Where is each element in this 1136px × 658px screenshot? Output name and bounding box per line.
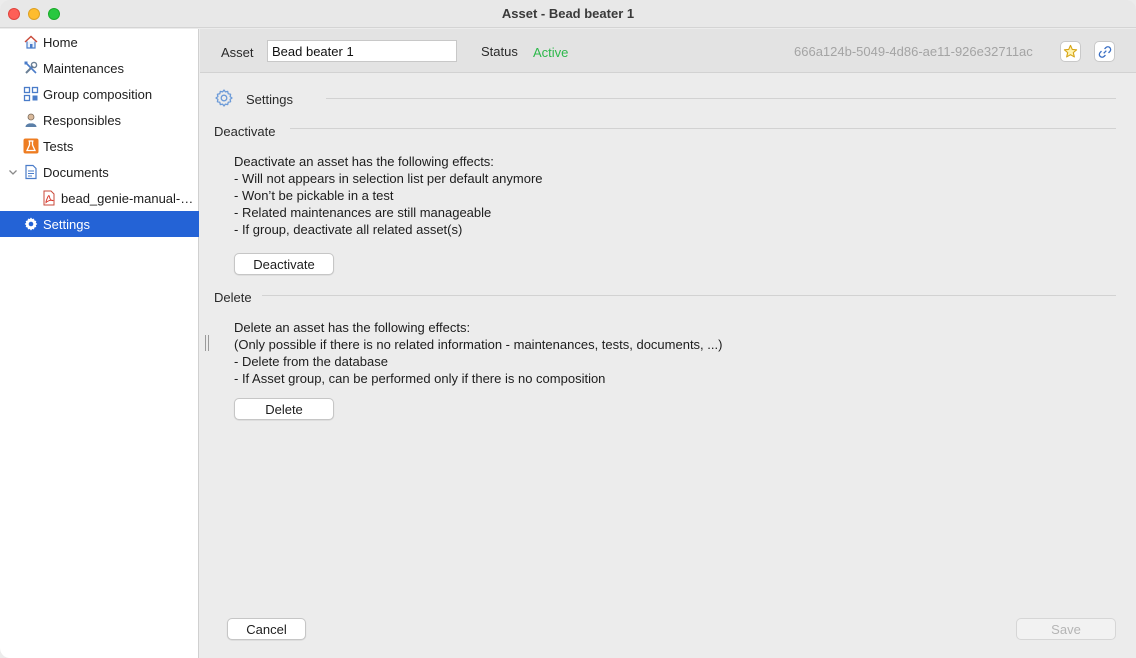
flask-icon bbox=[23, 138, 39, 154]
sidebar-item-label: Settings bbox=[43, 216, 90, 232]
window-title: Asset - Bead beater 1 bbox=[501, 6, 635, 21]
star-icon bbox=[1063, 44, 1078, 58]
gear-icon bbox=[23, 216, 39, 232]
tools-icon bbox=[23, 60, 39, 76]
home-icon bbox=[23, 34, 39, 50]
asset-name-input[interactable] bbox=[267, 40, 457, 62]
cancel-button[interactable]: Cancel bbox=[227, 618, 306, 640]
deactivate-title: Deactivate bbox=[214, 124, 276, 139]
sidebar-item-label: Home bbox=[43, 34, 78, 50]
splitter-handle[interactable] bbox=[205, 335, 211, 351]
link-icon bbox=[1098, 45, 1111, 58]
sidebar-item-label: Tests bbox=[43, 138, 74, 154]
settings-panel: Settings Deactivate Deactivate an asset … bbox=[200, 74, 1136, 658]
sidebar-item-document-file[interactable]: bead_genie-manual-w... bbox=[0, 185, 199, 211]
deactivate-description-line: - Related maintenances are still managea… bbox=[234, 205, 492, 220]
title-bar: Asset - Bead beater 1 bbox=[0, 0, 1136, 28]
sidebar-item-documents[interactable]: Documents bbox=[0, 159, 199, 185]
sidebar-item-tests[interactable]: Tests bbox=[0, 133, 199, 159]
deactivate-description-line: - If group, deactivate all related asset… bbox=[234, 222, 463, 237]
sidebar-item-label: Responsibles bbox=[43, 112, 122, 128]
sidebar-item-responsibles[interactable]: Responsibles bbox=[0, 107, 199, 133]
favorite-button[interactable] bbox=[1060, 41, 1081, 62]
delete-title: Delete bbox=[214, 290, 252, 305]
delete-description-line: - Delete from the database bbox=[234, 354, 388, 369]
sidebar: Home Maintenances Group composition Resp… bbox=[0, 29, 199, 658]
sidebar-item-label: bead_genie-manual-w... bbox=[61, 190, 198, 206]
person-icon bbox=[23, 112, 39, 128]
app-window: Asset - Bead beater 1 Home Maintenances … bbox=[0, 0, 1136, 658]
sidebar-item-maintenances[interactable]: Maintenances bbox=[0, 55, 199, 81]
sidebar-item-group-composition[interactable]: Group composition bbox=[0, 81, 199, 107]
deactivate-description-line: Deactivate an asset has the following ef… bbox=[234, 154, 494, 169]
delete-button[interactable]: Delete bbox=[234, 398, 334, 420]
deactivate-description-line: - Won’t be pickable in a test bbox=[234, 188, 394, 203]
sidebar-item-settings[interactable]: Settings bbox=[0, 211, 199, 237]
chevron-down-icon[interactable] bbox=[7, 166, 19, 178]
deactivate-button[interactable]: Deactivate bbox=[234, 253, 334, 275]
copy-link-button[interactable] bbox=[1094, 41, 1115, 62]
deactivate-description-line: - Will not appears in selection list per… bbox=[234, 171, 543, 186]
delete-description-line: - If Asset group, can be performed only … bbox=[234, 371, 606, 386]
divider bbox=[326, 98, 1116, 99]
divider bbox=[290, 128, 1116, 129]
gear-icon bbox=[215, 89, 233, 107]
settings-title: Settings bbox=[246, 92, 293, 107]
status-label: Status bbox=[481, 44, 518, 59]
sidebar-item-home[interactable]: Home bbox=[0, 29, 199, 55]
document-icon bbox=[23, 164, 39, 180]
asset-label: Asset bbox=[221, 45, 254, 60]
divider bbox=[262, 295, 1116, 296]
asset-id: 666a124b-5049-4d86-ae11-926e32711ac bbox=[794, 44, 1033, 59]
asset-header: Asset Status Active 666a124b-5049-4d86-a… bbox=[200, 29, 1136, 73]
grid-icon bbox=[23, 86, 39, 102]
delete-description-line: Delete an asset has the following effect… bbox=[234, 320, 471, 335]
sidebar-item-label: Maintenances bbox=[43, 60, 124, 76]
save-button[interactable]: Save bbox=[1016, 618, 1116, 640]
delete-description-line: (Only possible if there is no related in… bbox=[234, 337, 723, 352]
sidebar-item-label: Documents bbox=[43, 164, 109, 180]
sidebar-item-label: Group composition bbox=[43, 86, 153, 102]
status-value: Active bbox=[533, 45, 569, 60]
pdf-file-icon bbox=[41, 190, 57, 206]
